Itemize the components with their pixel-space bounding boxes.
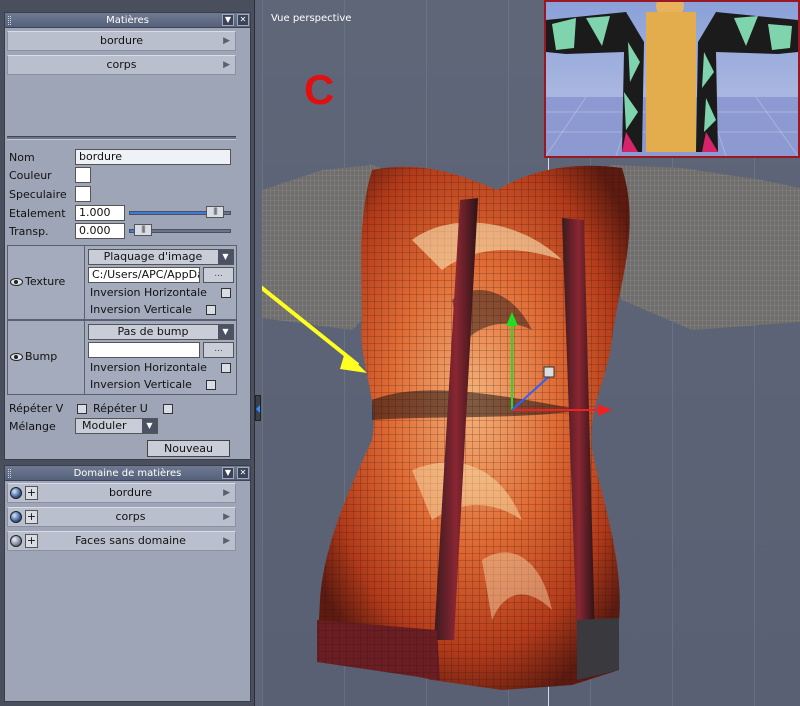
texture-flip-h-label: Inversion Horizontale — [90, 286, 207, 299]
eye-icon[interactable] — [10, 278, 23, 286]
eye-icon[interactable] — [10, 353, 23, 361]
texture-path-input[interactable]: C:/Users/APC/AppData — [88, 267, 200, 283]
domains-titlebar[interactable]: Domaine de matières ▼ ✕ — [5, 466, 250, 481]
domain-row-corps[interactable]: + corps ▶ — [7, 507, 236, 527]
add-icon[interactable]: + — [25, 534, 38, 548]
left-panel: Matières ▼ ✕ bordure ▶ corps ▶ Nom bordu… — [0, 0, 255, 706]
materials-titlebar[interactable]: Matières ▼ ✕ — [5, 13, 250, 28]
bump-flip-v-label: Inversion Verticale — [90, 378, 192, 391]
domain-row-bordure[interactable]: + bordure ▶ — [7, 483, 236, 503]
blend-select[interactable]: Moduler ▼ — [75, 418, 158, 434]
bump-mode-value: Pas de bump — [117, 325, 189, 338]
slider-thumb[interactable]: ||| — [134, 224, 152, 236]
bump-path-input[interactable] — [88, 342, 200, 358]
material-name: bordure — [99, 34, 144, 47]
texture-flip-v-label: Inversion Verticale — [90, 303, 192, 316]
texture-flip-h-checkbox[interactable] — [221, 288, 231, 298]
texture-label-cell: Texture — [8, 246, 85, 319]
slider-thumb[interactable]: ||| — [206, 206, 224, 218]
perspective-viewport[interactable]: Vue perspective C — [262, 0, 800, 706]
dropdown-menu-icon[interactable]: ▼ — [222, 467, 234, 479]
domain-name: Faces sans domaine — [75, 534, 186, 547]
chevron-right-icon: ▶ — [223, 36, 230, 46]
texture-browse-button[interactable]: ... — [203, 267, 234, 283]
transparency-label: Transp. — [9, 225, 49, 238]
bump-flip-h-checkbox[interactable] — [221, 363, 231, 373]
grip-icon[interactable] — [8, 16, 11, 25]
material-row-corps[interactable]: corps ▶ — [7, 55, 236, 75]
bump-label: Bump — [25, 350, 58, 363]
name-input[interactable]: bordure — [75, 149, 231, 165]
panel-collapse-handle[interactable] — [255, 395, 261, 421]
chevron-down-icon[interactable]: ▼ — [142, 419, 157, 433]
domains-panel: Domaine de matières ▼ ✕ + bordure ▶ + co… — [4, 465, 251, 702]
texture-group: Texture Plaquage d'image ▼ C:/Users/APC/… — [7, 245, 237, 320]
transparency-slider[interactable]: ||| — [129, 224, 231, 236]
blend-label: Mélange — [9, 420, 56, 433]
materials-title: Matières — [106, 15, 149, 26]
chevron-right-icon: ▶ — [223, 60, 230, 70]
grip-icon[interactable] — [8, 469, 11, 478]
spread-label: Etalement — [9, 207, 66, 220]
spread-input[interactable]: 1.000 — [75, 205, 125, 221]
chevron-down-icon[interactable]: ▼ — [218, 250, 233, 264]
blend-value: Moduler — [82, 419, 127, 432]
domain-name: bordure — [108, 486, 153, 499]
preview-render — [546, 2, 798, 156]
texture-mapping-select[interactable]: Plaquage d'image ▼ — [88, 249, 234, 265]
viewport-label: Vue perspective — [271, 13, 352, 24]
bump-flip-v-checkbox[interactable] — [206, 380, 216, 390]
add-icon[interactable]: + — [25, 486, 38, 500]
texture-label: Texture — [25, 275, 66, 288]
spread-slider[interactable]: ||| — [129, 206, 231, 218]
bump-mode-select[interactable]: Pas de bump ▼ — [88, 324, 234, 340]
material-name: corps — [106, 58, 137, 71]
repeat-v-label: Répéter V — [9, 402, 64, 415]
specular-label: Speculaire — [9, 188, 67, 201]
color-label: Couleur — [9, 169, 52, 182]
bump-label-cell: Bump — [8, 321, 85, 394]
chevron-right-icon: ▶ — [223, 488, 230, 498]
materials-panel: Matières ▼ ✕ bordure ▶ corps ▶ Nom bordu… — [4, 12, 251, 460]
bump-browse-button[interactable]: ... — [203, 342, 234, 358]
annotation-letter: C — [304, 66, 335, 113]
dropdown-menu-icon[interactable]: ▼ — [222, 14, 234, 26]
sphere-icon[interactable] — [10, 535, 22, 547]
texture-mapping-value: Plaquage d'image — [103, 250, 203, 263]
repeat-u-label: Répéter U — [93, 402, 148, 415]
close-icon[interactable]: ✕ — [237, 467, 249, 479]
list-divider[interactable] — [7, 136, 236, 140]
sphere-icon[interactable] — [10, 511, 22, 523]
preview-inset — [544, 0, 800, 158]
material-row-bordure[interactable]: bordure ▶ — [7, 31, 236, 51]
new-material-button[interactable]: Nouveau — [147, 440, 230, 457]
chevron-right-icon: ▶ — [223, 512, 230, 522]
specular-swatch[interactable] — [75, 186, 91, 202]
repeat-u-checkbox[interactable] — [163, 404, 173, 414]
texture-flip-v-checkbox[interactable] — [206, 305, 216, 315]
add-icon[interactable]: + — [25, 510, 38, 524]
chevron-down-icon[interactable]: ▼ — [218, 325, 233, 339]
domain-name: corps — [115, 510, 146, 523]
bump-group: Bump Pas de bump ▼ ... Inversion Horizon… — [7, 320, 237, 395]
domain-row-faces-sans-domaine[interactable]: + Faces sans domaine ▶ — [7, 531, 236, 551]
color-swatch[interactable] — [75, 167, 91, 183]
spread-slider-fill — [130, 212, 215, 214]
domains-title: Domaine de matières — [73, 468, 182, 479]
chevron-right-icon: ▶ — [223, 536, 230, 546]
bump-flip-h-label: Inversion Horizontale — [90, 361, 207, 374]
repeat-v-checkbox[interactable] — [77, 404, 87, 414]
close-icon[interactable]: ✕ — [237, 14, 249, 26]
name-label: Nom — [9, 151, 35, 164]
sphere-icon[interactable] — [10, 487, 22, 499]
transparency-input[interactable]: 0.000 — [75, 223, 125, 239]
